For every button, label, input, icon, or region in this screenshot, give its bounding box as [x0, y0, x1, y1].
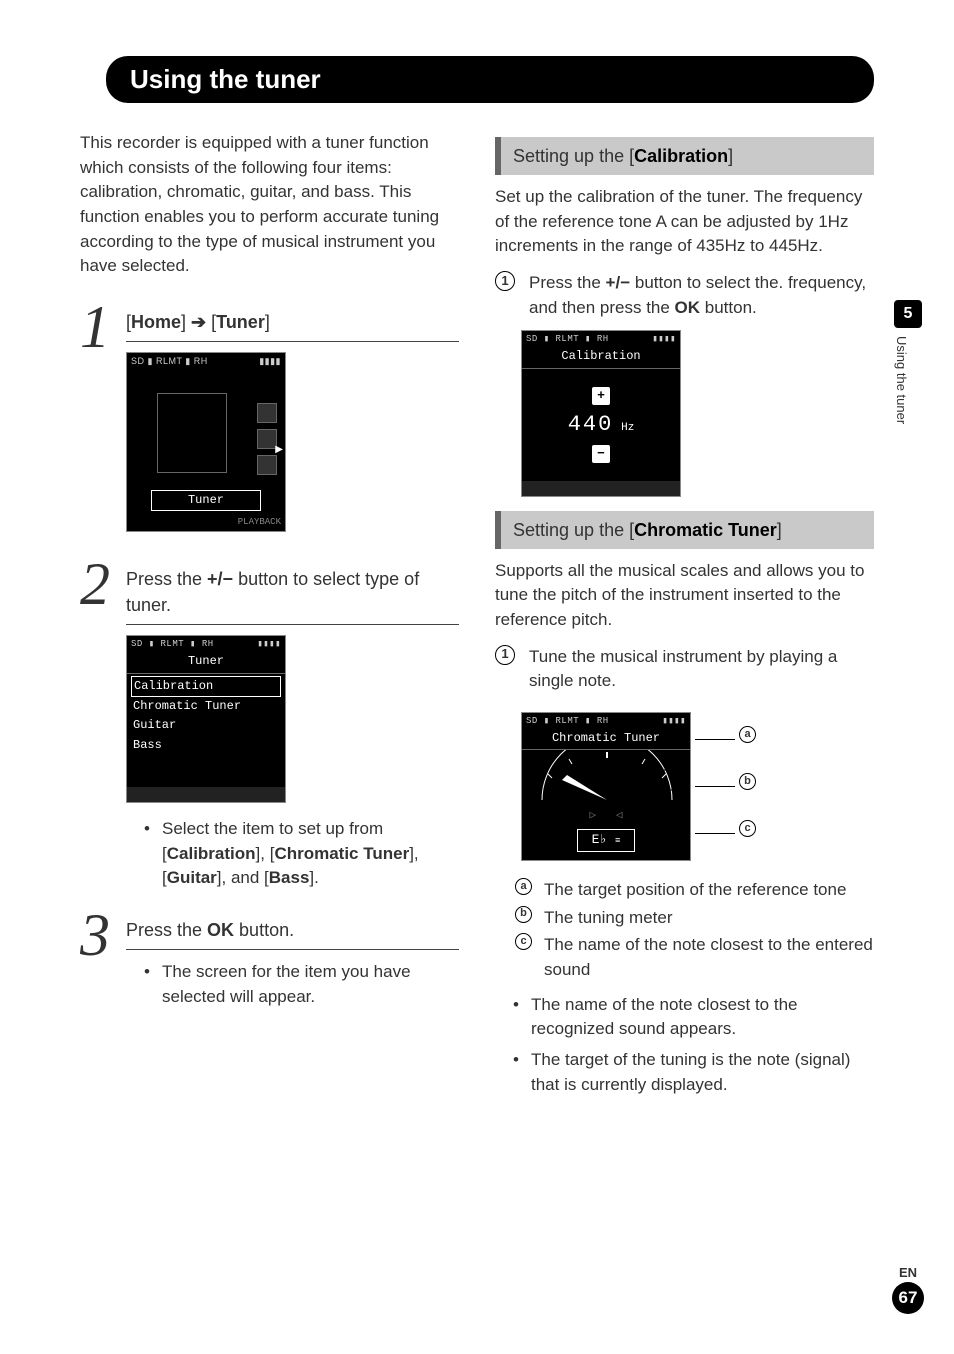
- page-footer: EN 67: [892, 1265, 924, 1314]
- callout-c-icon: c: [739, 820, 756, 837]
- chromatic-bullet-2: •The target of the tuning is the note (s…: [513, 1048, 874, 1097]
- step-number-3: 3: [80, 911, 114, 1015]
- screen-callouts: a b c: [691, 702, 762, 837]
- chapter-name: Using the tuner: [894, 336, 909, 424]
- chromatic-step-1: 1 Tune the musical instrument by playing…: [495, 645, 874, 694]
- circled-1-icon: 1: [495, 645, 515, 665]
- annotation-b: bThe tuning meter: [515, 906, 874, 931]
- chapter-number: 5: [894, 300, 922, 328]
- calibration-step-1: 1 Press the +/− button to select the. fr…: [495, 271, 874, 320]
- calibration-heading: Setting up the [Calibration]: [495, 137, 874, 175]
- intro-text: This recorder is equipped with a tuner f…: [80, 131, 459, 279]
- language-label: EN: [892, 1265, 924, 1280]
- page-number: 67: [892, 1282, 924, 1314]
- calibration-screen: SD ▮ RLMT ▮ RH▮▮▮▮ Calibration + 440 Hz …: [521, 330, 681, 496]
- step-2-heading: Press the +/− button to select type of t…: [126, 566, 459, 625]
- home-screen-mock: SD ▮ RLMT ▮ RH▮▮▮▮ ▶ Tuner PLAYBACK: [126, 352, 286, 532]
- step-2: 2 Press the +/− button to select type of…: [80, 560, 459, 897]
- step-1-heading: [Home] ➔ [Tuner]: [126, 309, 459, 342]
- chromatic-desc: Supports all the musical scales and allo…: [495, 559, 874, 633]
- calibration-desc: Set up the calibration of the tuner. The…: [495, 185, 874, 259]
- step-3-heading: Press the OK button.: [126, 917, 459, 950]
- chromatic-heading: Setting up the [Chromatic Tuner]: [495, 511, 874, 549]
- chromatic-bullet-1: •The name of the note closest to the rec…: [513, 993, 874, 1042]
- callout-b-icon: b: [739, 773, 756, 790]
- right-column: Setting up the [Calibration] Set up the …: [495, 131, 874, 1103]
- left-column: This recorder is equipped with a tuner f…: [80, 131, 459, 1103]
- circled-1-icon: 1: [495, 271, 515, 291]
- side-tab: 5 Using the tuner: [894, 300, 924, 424]
- callout-a-icon: a: [739, 726, 756, 743]
- step-3-bullet: •The screen for the item you have select…: [144, 960, 459, 1009]
- step-3: 3 Press the OK button. •The screen for t…: [80, 911, 459, 1015]
- step-2-bullet: • Select the item to set up from [Calibr…: [144, 817, 459, 891]
- tuner-list-screen: SD ▮ RLMT ▮ RH▮▮▮▮ Tuner Calibration Chr…: [126, 635, 286, 803]
- section-title: Using the tuner: [106, 56, 874, 103]
- annotation-c: cThe name of the note closest to the ent…: [515, 933, 874, 982]
- annotation-a: aThe target position of the reference to…: [515, 878, 874, 903]
- step-1: 1 [Home] ➔ [Tuner] SD ▮ RLMT ▮ RH▮▮▮▮ ▶ …: [80, 303, 459, 546]
- step-number-1: 1: [80, 303, 114, 546]
- step-number-2: 2: [80, 560, 114, 897]
- chromatic-screen: SD ▮ RLMT ▮ RH▮▮▮▮ Chromatic Tuner: [521, 712, 691, 861]
